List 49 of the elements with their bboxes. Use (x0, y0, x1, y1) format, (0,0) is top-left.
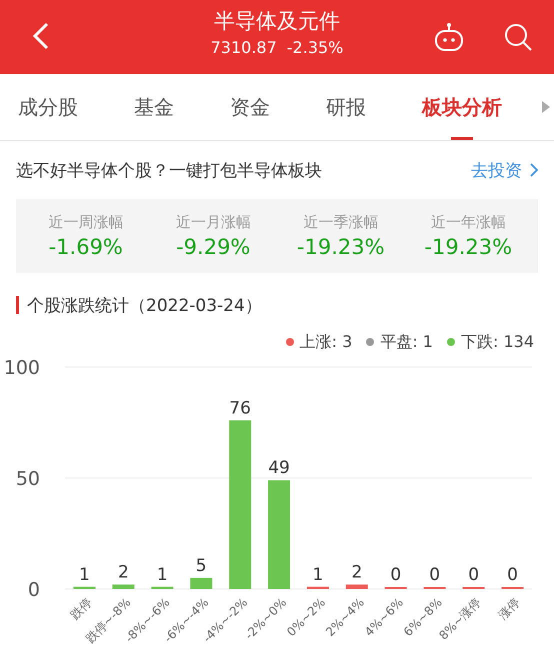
tab[interactable]: 资金 (230, 74, 270, 140)
stat-label: 近一年涨幅 (430, 212, 506, 233)
stat-value: -19.23% (296, 234, 385, 261)
stat-label: 近一季涨幅 (303, 212, 378, 233)
legend-label: 平盘: 1 (380, 332, 433, 352)
bar (112, 584, 134, 589)
page-title: 半导体及元件 (214, 8, 340, 35)
category-label: 涨停 (496, 595, 523, 622)
legend-label: 上涨: 3 (300, 332, 352, 352)
stat-value: -9.29% (176, 234, 250, 261)
axis-tick-label: 100 (4, 357, 40, 379)
bar-value-label: 2 (118, 562, 129, 583)
bar-value-label: 2 (351, 562, 362, 583)
axis-tick-label: 50 (16, 468, 40, 490)
bar (306, 586, 329, 589)
stat-label: 近一周涨幅 (48, 212, 124, 233)
tab[interactable]: 基金 (134, 74, 174, 140)
bar-value-label: 1 (312, 564, 324, 585)
tab[interactable]: 板块分析 (422, 74, 502, 140)
stat-value: -19.23% (424, 234, 512, 261)
bar-value-label: 1 (79, 564, 90, 585)
bar-value-label: 0 (507, 565, 518, 585)
bar-value-label: 0 (429, 565, 440, 585)
robot-icon[interactable] (433, 22, 465, 52)
legend-label: 下跌: 134 (460, 332, 534, 352)
bar (151, 586, 174, 589)
bar-value-label: 0 (468, 565, 480, 585)
tab[interactable]: 成分股 (18, 74, 78, 140)
stat-value: -1.69% (48, 234, 123, 261)
index-price: 7310.87 (210, 37, 277, 59)
bar-value-label: 76 (229, 398, 251, 418)
search-icon[interactable] (503, 22, 533, 52)
promo-text: 选不好半导体个股？一键打包半导体板块 (16, 160, 322, 182)
bar-value-label: 0 (390, 565, 402, 585)
chevron-right-icon[interactable] (530, 163, 538, 177)
back-icon[interactable] (32, 22, 50, 50)
axis-tick-label: 0 (28, 579, 40, 601)
bar-value-label: 5 (196, 556, 207, 576)
section-title: 个股涨跌统计（2022-03-24） (27, 294, 262, 316)
bar (346, 584, 368, 589)
stat-label: 近一月涨幅 (176, 212, 251, 233)
bar (190, 578, 212, 589)
bar-value-label: 49 (268, 458, 290, 478)
scroll-right-icon[interactable] (542, 101, 550, 113)
bar-value-label: 1 (156, 564, 168, 585)
index-change: -2.35% (286, 37, 344, 59)
bar (73, 586, 96, 589)
tab[interactable]: 研报 (326, 74, 366, 140)
category-label: 跌停 (68, 595, 95, 622)
